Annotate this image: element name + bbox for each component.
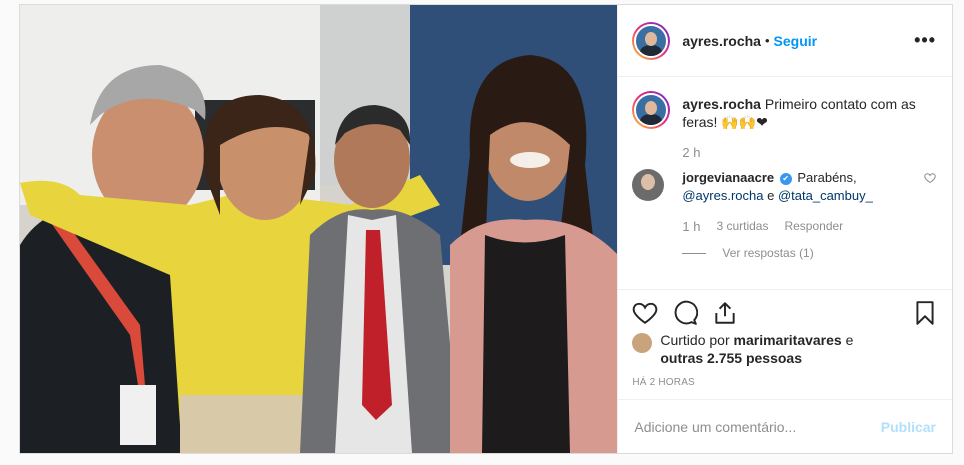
caption-time: 2 h (682, 145, 701, 160)
comment-text: Parabéns, (797, 170, 857, 185)
heart-icon[interactable] (632, 300, 658, 326)
caption-username[interactable]: ayres.rocha (682, 96, 761, 112)
action-bar (618, 289, 952, 329)
author-username[interactable]: ayres.rocha (682, 33, 761, 49)
likes-connector: e (845, 332, 854, 348)
reply-button[interactable]: Responder (784, 219, 843, 234)
liker-avatar[interactable] (632, 333, 653, 353)
comment-likes[interactable]: 3 curtidas (716, 219, 768, 234)
likes-user[interactable]: marimaritavares (734, 332, 842, 348)
comment-mention-2[interactable]: @tata_cambuy_ (778, 188, 873, 203)
comment-item: jorgevianaacre ✔ Parabéns, @ayres.rocha … (632, 169, 936, 205)
view-replies-line (682, 252, 707, 254)
comment-time: 1 h (682, 219, 701, 234)
comment-mention-1[interactable]: @ayres.rocha (682, 188, 763, 203)
post-header: ayres.rocha • Seguir ••• (618, 5, 952, 77)
like-heart-small-icon[interactable] (924, 172, 936, 205)
photo-illustration (20, 5, 618, 453)
caption-text: ayres.rocha Primeiro contato com as fera… (682, 95, 936, 131)
view-replies-label[interactable]: Ver respostas (1) (722, 246, 813, 260)
likes-text: Curtido por marimaritavares e outras 2.7… (660, 331, 853, 367)
comment-connector: e (767, 188, 775, 203)
author-avatar[interactable] (634, 23, 669, 58)
header-separator: • (764, 33, 770, 48)
view-replies[interactable]: Ver respostas (1) (682, 246, 936, 260)
follow-button[interactable]: Seguir (774, 33, 818, 49)
publish-button[interactable]: Publicar (881, 419, 936, 435)
likes-summary: Curtido por marimaritavares e outras 2.7… (632, 331, 936, 367)
comment-input[interactable] (634, 418, 881, 435)
post-panel: ayres.rocha • Seguir ••• ayres.rocha Pri… (617, 5, 952, 453)
comment-body: jorgevianaacre ✔ Parabéns, @ayres.rocha … (682, 169, 924, 205)
share-icon[interactable] (712, 300, 738, 326)
likes-others[interactable]: outras 2.755 pessoas (660, 350, 802, 366)
author-avatar-ring[interactable] (632, 21, 671, 60)
caption-avatar[interactable] (634, 93, 669, 127)
comment-meta: 1 h 3 curtidas Responder (682, 219, 936, 234)
post-timestamp[interactable]: HÁ 2 HORAS (632, 377, 695, 388)
comment-icon[interactable] (672, 300, 699, 326)
comment-box: Publicar (618, 399, 952, 453)
caption-avatar-ring[interactable] (632, 91, 671, 129)
commenter-username[interactable]: jorgevianaacre (682, 170, 774, 185)
likes-prefix: Curtido por (660, 332, 730, 348)
comments-section: ayres.rocha Primeiro contato com as fera… (618, 77, 952, 289)
commenter-avatar[interactable] (632, 169, 665, 201)
more-options-icon[interactable]: ••• (914, 30, 936, 51)
post-photo[interactable] (20, 5, 618, 453)
caption: ayres.rocha Primeiro contato com as fera… (632, 91, 936, 131)
verified-badge-icon: ✔ (779, 172, 792, 185)
bookmark-icon[interactable] (912, 300, 938, 326)
instagram-post: ayres.rocha • Seguir ••• ayres.rocha Pri… (19, 4, 953, 454)
